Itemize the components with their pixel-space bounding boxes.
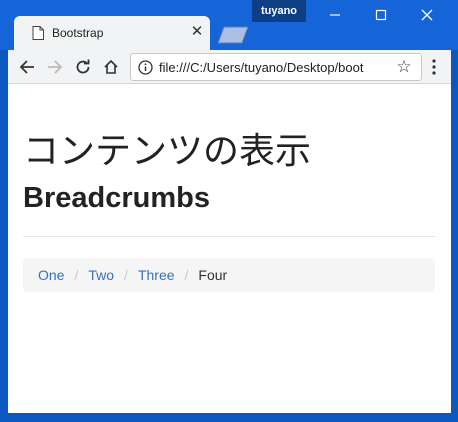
maximize-icon (375, 9, 387, 21)
new-tab-button[interactable] (216, 26, 250, 44)
breadcrumb: One / Two / Three / Four (23, 258, 435, 292)
maximize-button[interactable] (358, 0, 404, 30)
star-icon[interactable]: ☆ (395, 58, 413, 76)
breadcrumb-separator: / (74, 267, 79, 283)
page-content: コンテンツの表示 Breadcrumbs One / Two / Three /… (8, 84, 451, 413)
menu-dots-icon (432, 59, 436, 75)
breadcrumb-item-two[interactable]: Two (88, 267, 114, 283)
close-button[interactable] (404, 0, 450, 30)
tab-close-icon[interactable]: ✕ (190, 24, 204, 40)
home-button[interactable] (100, 56, 122, 78)
forward-button[interactable] (44, 56, 66, 78)
reload-icon (76, 59, 90, 74)
menu-button[interactable] (426, 56, 442, 78)
profile-badge[interactable]: tuyano (252, 0, 306, 22)
minimize-button[interactable] (312, 0, 358, 30)
home-icon (104, 59, 118, 74)
url-text[interactable]: file:///C:/Users/tuyano/Desktop/boot (159, 60, 391, 75)
back-arrow-icon (19, 60, 34, 74)
reload-button[interactable] (72, 56, 94, 78)
minimize-icon (330, 14, 340, 16)
breadcrumb-item-three[interactable]: Three (138, 267, 175, 283)
breadcrumb-item-one[interactable]: One (38, 267, 64, 283)
close-icon (421, 9, 433, 21)
page-heading: コンテンツの表示 (23, 131, 312, 172)
divider (23, 236, 435, 237)
forward-arrow-icon (48, 60, 63, 74)
section-heading: Breadcrumbs (23, 182, 210, 214)
back-button[interactable] (16, 56, 38, 78)
breadcrumb-item-active: Four (198, 267, 228, 283)
tab-title: Bootstrap (52, 26, 104, 40)
breadcrumb-separator: / (184, 267, 189, 283)
info-icon[interactable] (138, 60, 153, 75)
browser-tab[interactable]: Bootstrap ✕ (14, 16, 210, 50)
address-bar[interactable]: file:///C:/Users/tuyano/Desktop/boot ☆ (130, 53, 422, 81)
breadcrumb-separator: / (124, 267, 128, 283)
title-bar: Bootstrap ✕ tuyano (0, 0, 458, 50)
page-icon (32, 26, 44, 40)
browser-toolbar: file:///C:/Users/tuyano/Desktop/boot ☆ (8, 50, 451, 84)
